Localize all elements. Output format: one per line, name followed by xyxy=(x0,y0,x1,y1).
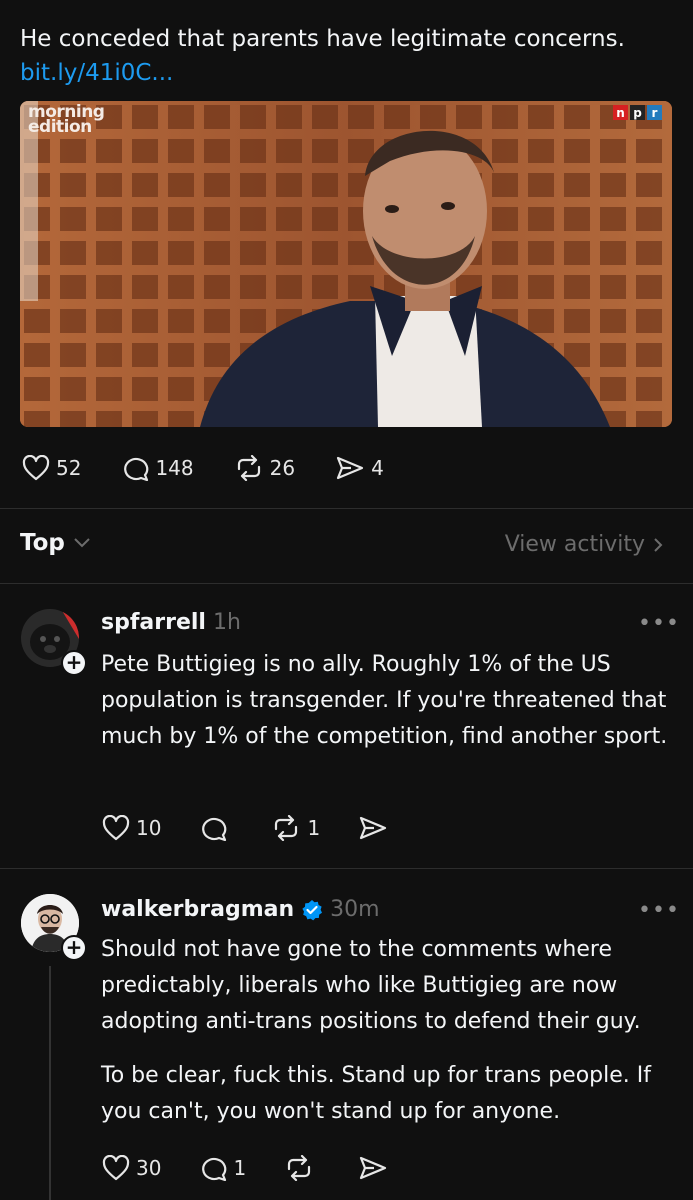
divider xyxy=(0,583,693,584)
view-activity-label: View activity xyxy=(504,532,645,557)
chevron-right-icon xyxy=(654,537,663,552)
sort-label: Top xyxy=(20,530,65,556)
comment-icon xyxy=(202,1157,227,1181)
repost-count: 1 xyxy=(307,816,321,840)
send-icon xyxy=(336,456,364,480)
send-icon xyxy=(360,816,387,840)
more-options-icon[interactable]: ••• xyxy=(638,611,680,636)
reply-header: spfarrell 1h xyxy=(101,610,241,635)
divider xyxy=(0,868,693,869)
reply-actions: 30 1 xyxy=(102,1155,388,1181)
comment-button[interactable]: 1 xyxy=(199,1155,246,1181)
like-count: 30 xyxy=(136,1156,162,1180)
share-button[interactable]: 4 xyxy=(335,455,384,481)
post-body: He conceded that parents have legitimate… xyxy=(20,26,625,52)
comment-icon xyxy=(202,817,227,841)
heart-icon xyxy=(22,455,50,481)
repost-icon xyxy=(275,815,298,841)
heart-icon xyxy=(102,815,130,841)
follow-plus-icon[interactable]: + xyxy=(61,650,87,676)
like-count: 52 xyxy=(56,456,82,480)
more-options-icon[interactable]: ••• xyxy=(638,898,680,923)
reply-header: walkerbragman 30m xyxy=(101,897,380,922)
repost-button[interactable]: 26 xyxy=(234,455,295,481)
post-video-thumbnail[interactable]: morning edition n p r xyxy=(20,101,672,427)
comment-icon xyxy=(124,457,149,481)
comment-count: 1 xyxy=(233,1156,247,1180)
morning-edition-logo: morning edition xyxy=(28,102,105,137)
view-activity-link[interactable]: View activity xyxy=(505,532,663,557)
share-button[interactable] xyxy=(358,815,388,841)
repost-icon xyxy=(237,455,260,481)
post-text: He conceded that parents have legitimate… xyxy=(20,22,670,90)
comment-button[interactable]: 148 xyxy=(121,455,194,481)
repost-button[interactable]: 1 xyxy=(271,815,320,841)
chevron-down-icon xyxy=(74,538,90,548)
video-frame xyxy=(20,101,672,427)
repost-count: 26 xyxy=(269,456,296,480)
like-button[interactable]: 52 xyxy=(22,455,81,481)
username[interactable]: spfarrell xyxy=(101,610,206,635)
npr-logo: n p r xyxy=(613,105,662,120)
post-link[interactable]: bit.ly/41i0C... xyxy=(20,56,670,90)
comment-button[interactable] xyxy=(199,815,233,841)
heart-icon xyxy=(102,1155,130,1181)
timestamp: 1h xyxy=(212,610,241,635)
comment-count: 148 xyxy=(155,456,194,480)
reply-paragraph: Should not have gone to the comments whe… xyxy=(101,937,641,1034)
share-count: 4 xyxy=(371,456,384,480)
reply-paragraph: Pete Buttigieg is no ally. Roughly 1% of… xyxy=(101,652,668,749)
follow-plus-icon[interactable]: + xyxy=(61,935,87,961)
reply-paragraph: To be clear, fuck this. Stand up for tra… xyxy=(101,1063,652,1124)
timestamp: 30m xyxy=(330,897,380,922)
like-button[interactable]: 10 xyxy=(102,815,161,841)
repost-icon xyxy=(288,1155,311,1181)
sort-dropdown[interactable]: Top xyxy=(20,530,91,556)
repost-button[interactable] xyxy=(284,1155,320,1181)
username[interactable]: walkerbragman xyxy=(101,897,294,922)
reply-text: Should not have gone to the comments whe… xyxy=(101,932,676,1130)
reply-text: Pete Buttigieg is no ally. Roughly 1% of… xyxy=(101,647,676,755)
like-count: 10 xyxy=(136,816,162,840)
divider xyxy=(0,508,693,509)
send-icon xyxy=(360,1156,387,1180)
like-button[interactable]: 30 xyxy=(102,1155,161,1181)
reply-actions: 10 1 xyxy=(102,815,388,841)
share-button[interactable] xyxy=(358,1155,388,1181)
post-actions: 52 148 26 4 xyxy=(22,455,384,481)
thread-line xyxy=(49,966,51,1200)
verified-badge-icon xyxy=(302,899,323,920)
